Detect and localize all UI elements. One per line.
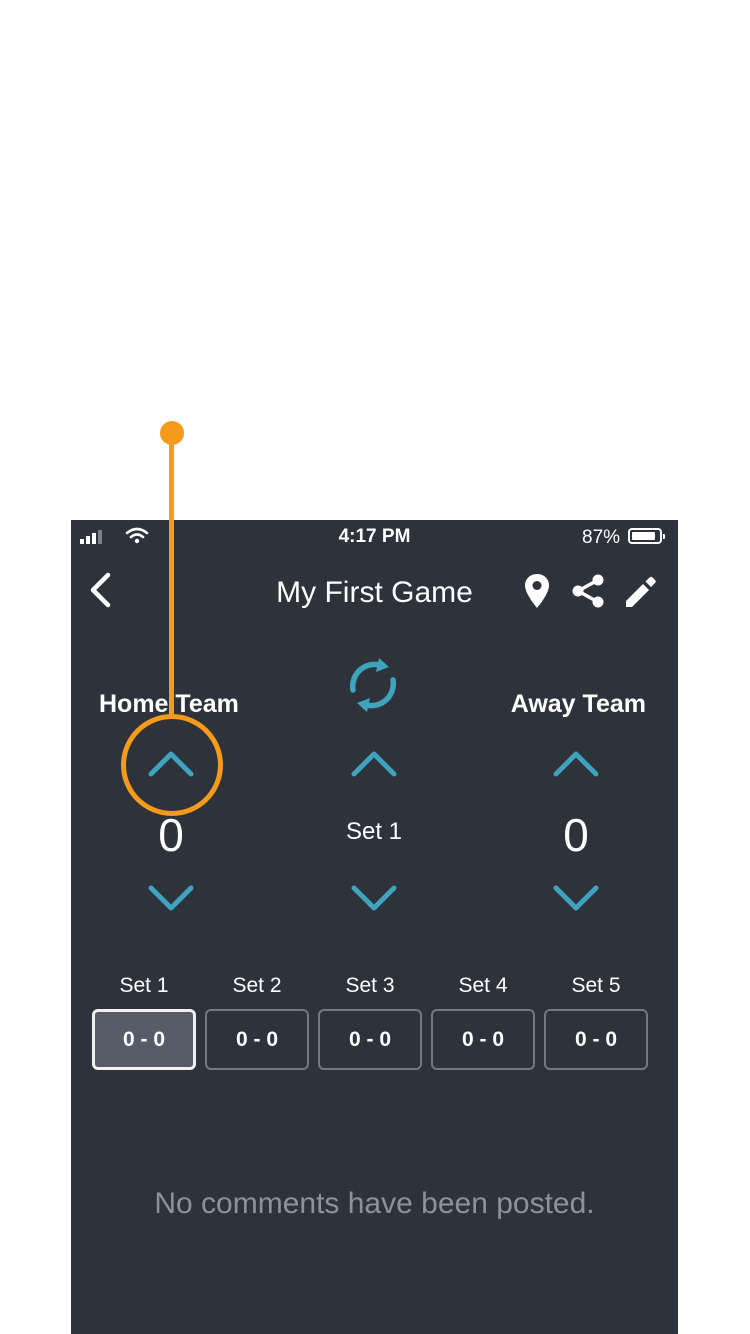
annotation-pointer-line [169, 432, 174, 716]
battery-percent: 87% [582, 527, 621, 548]
current-set-label: Set 1 [345, 818, 403, 845]
set-score: 0 - 0 [574, 1027, 618, 1051]
set-score-button-1[interactable]: 0 - 0 [92, 1009, 196, 1070]
map-pin-icon[interactable] [523, 572, 551, 610]
annotation-dot [160, 421, 184, 445]
set-score: 0 - 0 [235, 1027, 279, 1051]
set-score: 0 - 0 [461, 1027, 505, 1051]
away-score-decrement-icon[interactable] [553, 884, 599, 914]
app-screen: 4:17 PM 87% My First Game Home Team Away… [71, 520, 678, 1334]
set-score: 0 - 0 [348, 1027, 392, 1051]
swap-sides-icon[interactable] [343, 654, 403, 716]
set-score-button-5[interactable]: 0 - 0 [544, 1009, 648, 1070]
comments-empty-state: No comments have been posted. [154, 1187, 595, 1220]
away-score: 0 [563, 809, 589, 861]
away-team-label: Away Team [510, 690, 646, 718]
set-tab-label: Set 3 [345, 974, 395, 997]
share-icon[interactable] [570, 573, 606, 609]
set-score-button-3[interactable]: 0 - 0 [318, 1009, 422, 1070]
set-tab-label: Set 1 [119, 974, 169, 997]
annotation-highlight-ring [121, 714, 223, 816]
home-score: 0 [158, 809, 184, 861]
set-score: 0 - 0 [122, 1027, 166, 1051]
pencil-icon[interactable] [621, 573, 657, 609]
set-score-button-4[interactable]: 0 - 0 [431, 1009, 535, 1070]
set-decrement-icon[interactable] [351, 884, 397, 914]
set-tab-label: Set 4 [458, 974, 508, 997]
set-tab-label: Set 2 [232, 974, 282, 997]
set-tab-label: Set 5 [571, 974, 621, 997]
set-score-button-2[interactable]: 0 - 0 [205, 1009, 309, 1070]
home-score-decrement-icon[interactable] [148, 884, 194, 914]
battery-icon [628, 528, 665, 544]
set-increment-icon[interactable] [351, 748, 397, 778]
away-score-increment-icon[interactable] [553, 748, 599, 778]
